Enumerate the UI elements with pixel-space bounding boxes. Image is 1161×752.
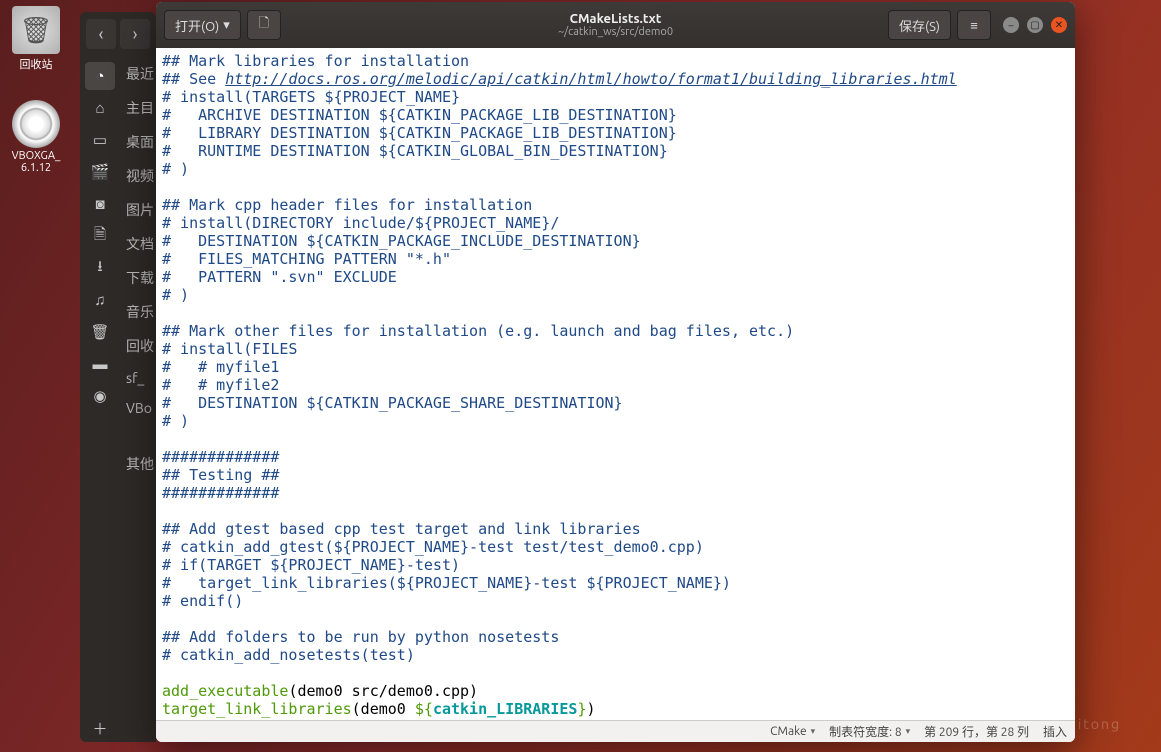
place-label[interactable]: 图片: [126, 200, 154, 220]
sidebar-videos[interactable]: 🎬: [85, 158, 115, 186]
place-label[interactable]: 视频: [126, 166, 154, 186]
nautilus-places-labels: 最近 主目 桌面 视频 图片 文档 下载 音乐 回收 sf_ VBo 其他: [120, 56, 156, 742]
nautilus-sidebar: ◔ ⌂ ▭ 🎬 ◙ 🗎 ⭳ ♫ 🗑 ▬ ◉ ＋: [80, 56, 120, 742]
new-tab-button[interactable]: 🗋: [247, 10, 281, 40]
maximize-button[interactable]: ▢: [1027, 17, 1043, 33]
open-button[interactable]: 打开(O) ▾: [164, 10, 241, 40]
menu-button[interactable]: ≡: [957, 10, 991, 40]
sidebar-desktop[interactable]: ▭: [85, 126, 115, 154]
place-label[interactable]: 桌面: [126, 132, 154, 152]
desktop-icon-cd[interactable]: VBOXGA_ 6.1.12: [6, 100, 66, 174]
status-tabwidth[interactable]: 制表符宽度: 8: [829, 723, 910, 740]
sidebar-recent[interactable]: ◔: [85, 62, 115, 90]
window-title-block: CMakeLists.txt ~/catkin_ws/src/demo0: [558, 12, 673, 38]
gedit-window: 打开(O) ▾ 🗋 CMakeLists.txt ~/catkin_ws/src…: [156, 2, 1075, 742]
sidebar-other[interactable]: ＋: [85, 714, 115, 742]
place-label[interactable]: 文档: [126, 234, 154, 254]
sidebar-disc[interactable]: ◉: [85, 382, 115, 410]
place-label[interactable]: 主目: [126, 98, 154, 118]
sidebar-drive[interactable]: ▬: [85, 350, 115, 378]
desktop-icon-label: 回收站: [6, 56, 66, 72]
place-label[interactable]: sf_: [126, 370, 144, 386]
sidebar-pictures[interactable]: ◙: [85, 190, 115, 218]
desktop-icon-trash[interactable]: 🗑 回收站: [6, 6, 66, 72]
status-language[interactable]: CMake: [770, 725, 815, 738]
nav-forward-button[interactable]: ›: [120, 19, 150, 49]
place-label[interactable]: 下载: [126, 268, 154, 288]
sidebar-documents[interactable]: 🗎: [85, 222, 115, 250]
place-label[interactable]: 音乐: [126, 302, 154, 322]
status-bar: CMake 制表符宽度: 8 第 209 行，第 28 列 插入: [156, 720, 1075, 742]
status-cursor: 第 209 行，第 28 列: [924, 723, 1029, 740]
sidebar-home[interactable]: ⌂: [85, 94, 115, 122]
gedit-headerbar: 打开(O) ▾ 🗋 CMakeLists.txt ~/catkin_ws/src…: [156, 2, 1075, 48]
place-label[interactable]: 最近: [126, 64, 154, 84]
place-label[interactable]: 回收: [126, 336, 154, 356]
save-button[interactable]: 保存(S): [888, 10, 951, 40]
nav-back-button[interactable]: ‹: [86, 19, 116, 49]
sidebar-music[interactable]: ♫: [85, 286, 115, 314]
desktop-icon-label: VBOXGA_ 6.1.12: [6, 150, 66, 174]
sidebar-trash[interactable]: 🗑: [85, 318, 115, 346]
window-subtitle: ~/catkin_ws/src/demo0: [558, 26, 673, 38]
window-controls: – ▢ ✕: [1003, 17, 1067, 33]
status-mode: 插入: [1043, 723, 1067, 740]
editor-area[interactable]: ## Mark libraries for installation ## Se…: [156, 48, 1075, 720]
minimize-button[interactable]: –: [1003, 17, 1019, 33]
place-label[interactable]: VBo: [126, 400, 152, 416]
window-title: CMakeLists.txt: [558, 12, 673, 26]
save-button-label: 保存(S): [899, 16, 940, 35]
place-label[interactable]: 其他: [126, 454, 154, 474]
trash-icon: 🗑: [12, 6, 60, 54]
open-button-label: 打开(O): [175, 16, 219, 35]
nautilus-topbar: ‹ ›: [80, 12, 156, 56]
sidebar-downloads[interactable]: ⭳: [85, 254, 115, 282]
close-button[interactable]: ✕: [1051, 17, 1067, 33]
cd-icon: [12, 100, 60, 148]
